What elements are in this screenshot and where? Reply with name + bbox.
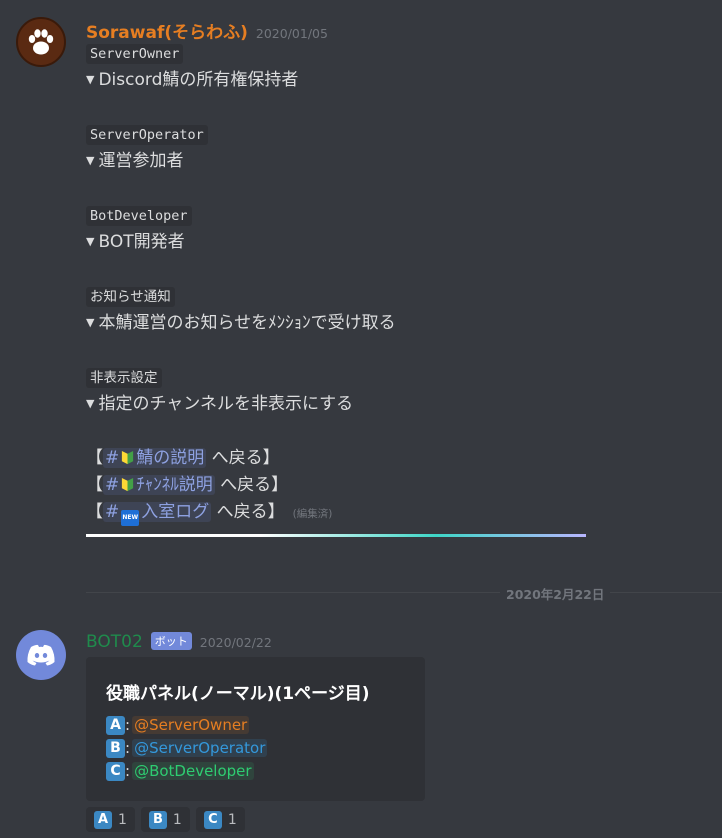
- bot-username[interactable]: BOT02: [86, 632, 143, 652]
- reactions-bar: A1B1C1: [86, 807, 245, 832]
- edited-label: (編集済): [292, 508, 333, 520]
- date-divider: [86, 592, 722, 593]
- channel-name: 入室ログ: [141, 502, 210, 522]
- channel-hash: #: [105, 502, 120, 522]
- channel-name: 鯖の説明: [136, 448, 205, 468]
- beginner-icon: [122, 477, 134, 492]
- channel-link[interactable]: # ﾁｬﾝﾈﾙ説明: [103, 475, 215, 495]
- triangle-down-icon: ▼: [86, 73, 95, 86]
- role-description-line: ▼ Discord鯖の所有権保持者: [86, 67, 396, 94]
- role-description-line: ▼ 指定のチャンネルを非表示にする: [86, 391, 396, 418]
- colon: :: [125, 716, 131, 734]
- reaction-a[interactable]: A1: [86, 807, 135, 832]
- role-code: ServerOwner: [86, 44, 184, 64]
- role-code-line: お知らせ通知: [86, 283, 396, 310]
- channel-link[interactable]: # 鯖の説明: [103, 448, 207, 468]
- letter-a-icon: A: [106, 715, 125, 735]
- new-icon: NEW: [121, 510, 140, 526]
- role-mention[interactable]: @BotDeveloper: [132, 762, 254, 780]
- bot-avatar[interactable]: [16, 630, 66, 680]
- role-description: 本鯖運営のお知らせをﾒﾝｼｮﾝで受け取る: [98, 313, 396, 333]
- role-code-line: ServerOperator: [86, 121, 396, 148]
- role-description: 運営参加者: [98, 151, 184, 171]
- reaction-c[interactable]: C1: [195, 807, 245, 832]
- timestamp: 2020/02/22: [199, 635, 272, 650]
- role-description: Discord鯖の所有権保持者: [98, 70, 299, 90]
- letter-c-icon: C: [106, 761, 125, 781]
- role-description-line: ▼ 運営参加者: [86, 148, 396, 175]
- role-description-line: ▼ 本鯖運営のお知らせをﾒﾝｼｮﾝで受け取る: [86, 310, 396, 337]
- triangle-down-icon: ▼: [86, 397, 95, 410]
- reaction-count: 1: [118, 811, 127, 828]
- letter-c-icon: C: [203, 810, 222, 829]
- gradient-separator: [86, 534, 586, 537]
- role-code-line: ServerOwner: [86, 40, 396, 67]
- bot-tag: ボット: [150, 632, 192, 650]
- role-code-line: 非表示設定: [86, 364, 396, 391]
- channel-link-line: 【# 鯖の説明 へ戻る】: [86, 445, 396, 472]
- channel-name: ﾁｬﾝﾈﾙ説明: [136, 475, 213, 495]
- back-text: へ戻る】: [206, 448, 280, 468]
- role-code: お知らせ通知: [86, 287, 175, 307]
- channel-link-line: 【# NEW 入室ログ へ戻る】 (編集済): [86, 499, 396, 526]
- channel-hash: #: [105, 475, 120, 495]
- reaction-count: 1: [227, 811, 237, 828]
- role-description: 指定のチャンネルを非表示にする: [98, 394, 354, 414]
- bracket-open: 【: [86, 448, 103, 468]
- channel-hash: #: [105, 448, 120, 468]
- back-text: へ戻る】: [214, 475, 289, 495]
- letter-a-icon: A: [94, 810, 112, 829]
- role-code-line: BotDeveloper: [86, 202, 396, 229]
- role-option-row: A: @ServerOwner: [106, 714, 250, 736]
- bracket-open: 【: [86, 475, 103, 495]
- bracket-open: 【: [86, 502, 103, 522]
- timestamp: 2020/01/05: [255, 26, 328, 41]
- role-mention[interactable]: @ServerOwner: [132, 716, 250, 734]
- paw-icon: [28, 29, 54, 55]
- message-content: ServerOwner ▼ Discord鯖の所有権保持者 ServerOperato…: [86, 40, 396, 526]
- back-text: へ戻る】: [211, 502, 285, 522]
- role-code: ServerOperator: [86, 125, 208, 145]
- role-code: 非表示設定: [86, 368, 162, 388]
- letter-b-icon: B: [148, 810, 167, 829]
- date-divider-label: 2020年2月22日: [500, 584, 611, 603]
- letter-b-icon: B: [106, 738, 125, 758]
- reaction-count: 1: [172, 811, 182, 828]
- beginner-icon: [122, 450, 134, 465]
- role-description-line: ▼ BOT開発者: [86, 229, 396, 256]
- colon: :: [125, 762, 131, 780]
- role-mention[interactable]: @ServerOperator: [132, 739, 268, 757]
- embed-title: 役職パネル(ノーマル)(1ページ目): [106, 684, 370, 704]
- channel-link[interactable]: # NEW 入室ログ: [103, 502, 212, 526]
- role-option-row: C: @BotDeveloper: [106, 760, 254, 782]
- role-code: BotDeveloper: [86, 206, 192, 226]
- discord-logo-icon: [27, 644, 55, 666]
- triangle-down-icon: ▼: [86, 316, 95, 329]
- role-option-row: B: @ServerOperator: [106, 737, 268, 759]
- channel-link-line: 【# ﾁｬﾝﾈﾙ説明 へ戻る】: [86, 472, 396, 499]
- role-description: BOT開発者: [98, 232, 185, 252]
- reaction-b[interactable]: B1: [140, 807, 190, 832]
- role-panel-embed: 役職パネル(ノーマル)(1ページ目) A: @ServerOwner B: @Serv…: [86, 657, 425, 801]
- triangle-down-icon: ▼: [86, 235, 95, 248]
- triangle-down-icon: ▼: [86, 154, 95, 167]
- user-avatar[interactable]: [16, 17, 66, 67]
- colon: :: [125, 739, 131, 757]
